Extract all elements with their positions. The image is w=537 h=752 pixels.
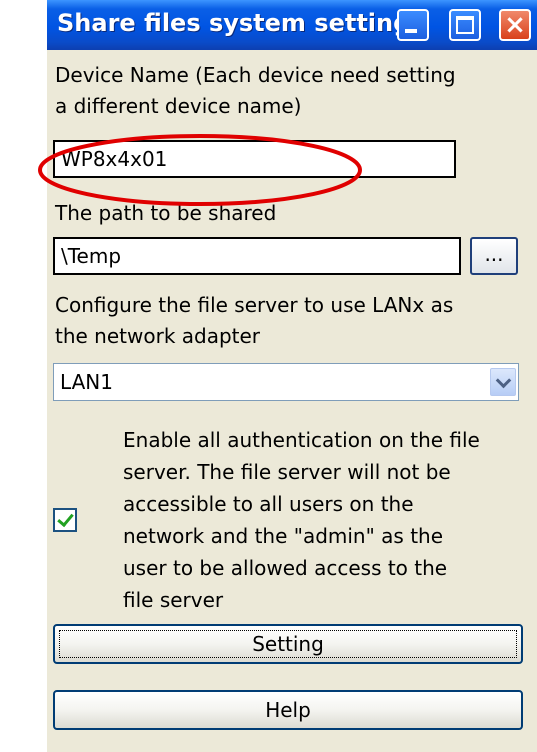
minimize-icon — [405, 29, 417, 33]
settings-window: Share files system setting × Device Name… — [47, 0, 537, 752]
window-title: Share files system setting — [57, 9, 411, 37]
maximize-icon — [456, 16, 474, 34]
close-button[interactable]: × — [499, 9, 531, 41]
setting-button[interactable]: Setting — [53, 624, 523, 664]
authentication-label: Enable all authentication on the file se… — [123, 428, 480, 612]
adapter-label-line1: Configure the file server to use LANx as — [55, 293, 454, 317]
device-name-input[interactable]: WP8x4x01 — [53, 140, 456, 178]
chevron-down-icon[interactable] — [490, 368, 516, 396]
help-button[interactable]: Help — [53, 690, 523, 730]
authentication-checkbox[interactable] — [53, 508, 77, 532]
adapter-select[interactable]: LAN1 — [53, 363, 519, 401]
maximize-button[interactable] — [449, 9, 481, 41]
title-bar[interactable]: Share files system setting × — [47, 0, 537, 50]
browse-button[interactable]: ... — [470, 237, 518, 275]
adapter-label-line2: the network adapter — [55, 324, 261, 348]
minimize-button[interactable] — [397, 9, 429, 41]
device-name-label-line1: Device Name (Each device need setting — [55, 63, 456, 87]
device-name-label-line2: a different device name) — [55, 94, 302, 118]
share-path-input[interactable]: \Temp — [53, 237, 461, 275]
share-path-label: The path to be shared — [55, 201, 277, 225]
close-icon: × — [504, 10, 526, 40]
adapter-select-value: LAN1 — [60, 370, 113, 394]
